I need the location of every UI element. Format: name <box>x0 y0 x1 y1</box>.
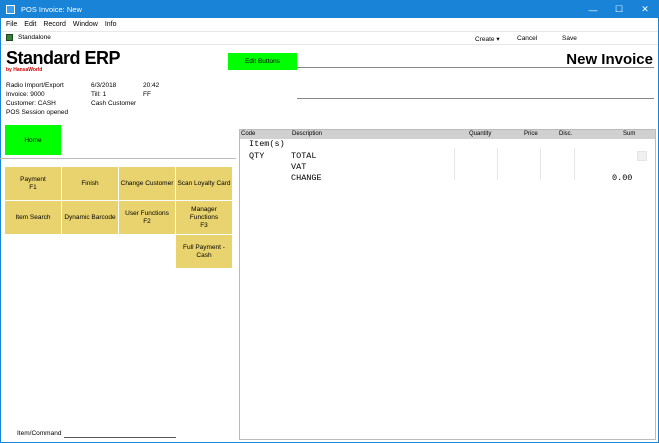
logo: Standard ERP <box>6 48 121 68</box>
menu-info[interactable]: Info <box>105 21 117 28</box>
standalone-icon <box>6 34 13 41</box>
user-functions-button[interactable]: User Functions F2 <box>119 201 175 234</box>
item-command-input[interactable] <box>64 437 176 438</box>
edit-buttons-button[interactable]: Edit Buttons <box>228 53 297 70</box>
till-number: Till: 1 <box>91 91 107 98</box>
create-button[interactable]: Create ▾ <box>475 35 500 43</box>
menu-window[interactable]: Window <box>73 21 98 28</box>
chevron-down-icon: ▾ <box>496 36 500 43</box>
column-header: Code Description Quantity Price Disc. Su… <box>240 130 655 139</box>
till-code: FF <box>143 91 151 98</box>
menu-file[interactable]: File <box>6 21 17 28</box>
window-title: POS Invoice: New <box>21 5 82 14</box>
invoice-lines-panel[interactable]: Code Description Quantity Price Disc. Su… <box>239 129 656 440</box>
col-code: Code <box>241 131 256 137</box>
menu-bar: File Edit Record Window Info <box>1 18 658 31</box>
invoice-number: Invoice: 9000 <box>6 91 45 98</box>
invoice-time: 20:42 <box>143 82 160 89</box>
change-label: CHANGE <box>291 173 322 183</box>
items-label: Item(s) <box>249 139 285 149</box>
home-button[interactable]: Home <box>5 125 61 155</box>
title-bar: POS Invoice: New — ☐ ✕ <box>1 1 658 18</box>
logo-subtitle: by HansaWorld <box>6 67 43 73</box>
standalone-label: Standalone <box>18 34 51 41</box>
maximize-button[interactable]: ☐ <box>606 1 632 18</box>
grid-line <box>497 148 498 180</box>
session-status: POS Session opened <box>6 109 69 116</box>
full-payment-cash-button[interactable]: Full Payment - Cash <box>176 235 232 268</box>
change-customer-button[interactable]: Change Customer <box>119 167 175 200</box>
total-label: TOTAL <box>291 151 317 161</box>
save-button[interactable]: Save <box>562 35 577 42</box>
grid-line <box>454 148 455 180</box>
item-command-label: Item/Command <box>17 430 62 437</box>
company-name: Radio Import/Export <box>6 82 64 89</box>
status-line <box>297 98 654 99</box>
invoice-date: 6/3/2018 <box>91 82 117 89</box>
close-button[interactable]: ✕ <box>632 1 658 18</box>
cancel-button[interactable]: Cancel <box>517 35 537 42</box>
finish-button[interactable]: Finish <box>62 167 118 200</box>
left-divider <box>0 158 236 159</box>
scroll-indicator[interactable] <box>637 151 647 161</box>
dynamic-barcode-button[interactable]: Dynamic Barcode <box>62 201 118 234</box>
vat-label: VAT <box>291 162 307 172</box>
app-icon <box>6 5 15 14</box>
menu-record[interactable]: Record <box>43 21 66 28</box>
minimize-button[interactable]: — <box>580 1 606 18</box>
item-search-button[interactable]: Item Search <box>5 201 61 234</box>
grid-line <box>574 148 575 180</box>
page-title: New Invoice <box>566 51 653 68</box>
menu-edit[interactable]: Edit <box>24 21 36 28</box>
col-disc: Disc. <box>559 131 573 137</box>
manager-functions-button[interactable]: Manager Functions F3 <box>176 201 232 234</box>
col-price: Price <box>524 131 538 137</box>
col-sum: Sum <box>623 131 636 137</box>
qty-label: QTY <box>249 151 265 161</box>
customer-name: Cash Customer <box>91 100 137 107</box>
col-quantity: Quantity <box>469 131 492 137</box>
grid-line <box>540 148 541 180</box>
payment-button[interactable]: Payment F1 <box>5 167 61 200</box>
standalone-indicator: Standalone <box>6 34 51 41</box>
customer-code: Customer: CASH <box>6 100 56 107</box>
col-description: Description <box>292 131 323 137</box>
scan-loyalty-card-button[interactable]: Scan Loyalty Card <box>176 167 232 200</box>
toolbar: Standalone Create ▾ Cancel Save <box>1 31 658 45</box>
create-label: Create <box>475 36 495 43</box>
change-value: 0.00 <box>612 173 633 183</box>
